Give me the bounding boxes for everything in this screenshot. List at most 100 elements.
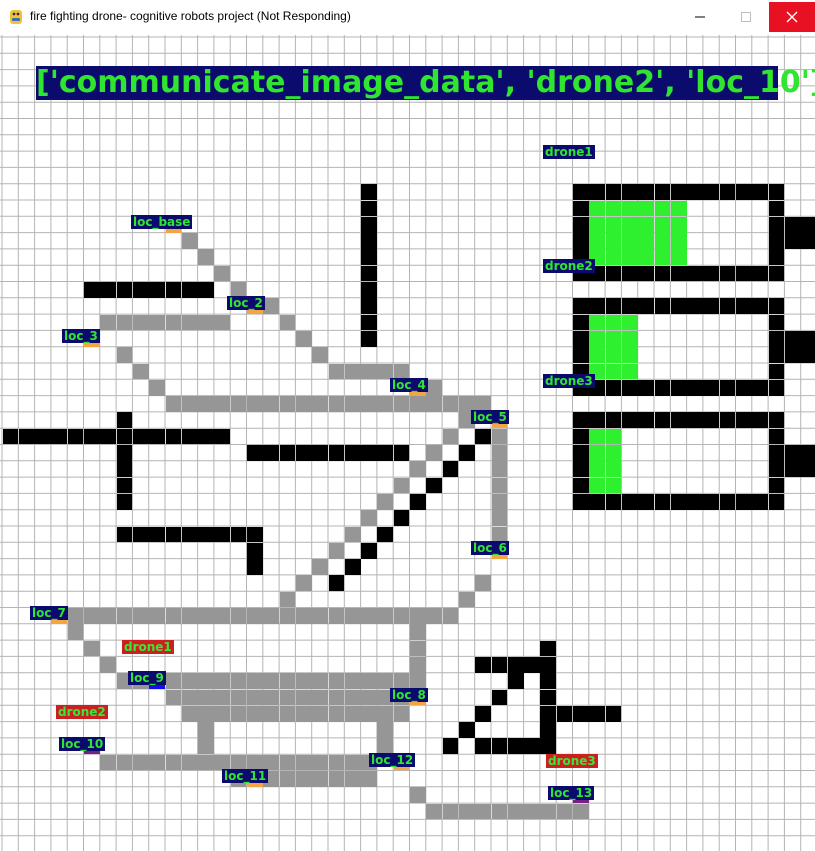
path-cell	[410, 640, 426, 657]
wall-cell	[491, 689, 508, 706]
wall-cell	[165, 526, 182, 543]
path-cell	[295, 575, 312, 592]
wall-cell	[393, 510, 410, 526]
battery-frame-cell	[638, 265, 654, 282]
wall-cell	[116, 412, 133, 429]
python-app-icon	[10, 10, 22, 24]
path-cell	[393, 363, 410, 380]
battery-terminal-cell	[801, 330, 815, 347]
battery-frame-cell	[654, 184, 671, 200]
battery-frame-cell	[768, 314, 785, 331]
wall-cell	[116, 477, 133, 494]
path-cell	[328, 689, 345, 706]
battery-frame-cell	[768, 493, 785, 510]
path-cell	[328, 608, 345, 624]
wall-cell	[442, 461, 459, 478]
maximize-button[interactable]	[723, 2, 769, 32]
battery-frame-cell	[768, 428, 785, 445]
battery-fill-cell	[638, 233, 654, 249]
path-cell	[67, 608, 84, 624]
path-cell	[214, 705, 231, 722]
path-cell	[247, 396, 263, 412]
location-label: loc_base	[131, 215, 193, 229]
battery-frame-cell	[736, 412, 752, 429]
path-cell	[165, 673, 182, 689]
path-cell	[230, 608, 247, 624]
battery-frame-cell	[573, 493, 589, 510]
wall-cell	[35, 428, 51, 445]
path-cell	[377, 705, 394, 722]
battery-frame-cell	[605, 184, 622, 200]
path-cell	[295, 689, 312, 706]
path-cell	[198, 738, 214, 755]
path-cell	[198, 249, 214, 266]
path-cell	[181, 608, 198, 624]
path-cell	[100, 656, 117, 673]
battery-fill-cell	[621, 347, 638, 363]
minimize-icon	[695, 16, 705, 18]
wall-cell	[361, 233, 377, 249]
path-cell	[100, 754, 117, 771]
battery-terminal-cell	[801, 347, 815, 363]
battery-fill-cell	[589, 445, 606, 461]
path-cell	[361, 771, 377, 787]
battery-frame-cell	[687, 379, 703, 396]
wall-cell	[573, 705, 589, 722]
battery-frame-cell	[589, 298, 606, 315]
wall-cell	[181, 428, 198, 445]
wall-cell	[67, 428, 84, 445]
path-cell	[377, 608, 394, 624]
path-cell	[181, 233, 198, 249]
battery-frame-cell	[752, 493, 769, 510]
wall-cell	[132, 282, 149, 298]
wall-cell	[507, 673, 524, 689]
battery-frame-cell	[670, 298, 687, 315]
path-cell	[198, 314, 214, 331]
path-cell	[426, 445, 443, 461]
close-button[interactable]	[769, 2, 815, 32]
path-cell	[279, 689, 296, 706]
battery-fill-cell	[638, 249, 654, 266]
path-cell	[247, 689, 263, 706]
battery-frame-cell	[719, 379, 736, 396]
path-cell	[344, 754, 361, 771]
wall-cell	[100, 282, 117, 298]
wall-cell	[393, 445, 410, 461]
wall-cell	[2, 428, 19, 445]
battery-frame-cell	[573, 412, 589, 429]
location-label: loc_10	[59, 737, 106, 751]
path-cell	[361, 510, 377, 526]
wall-cell	[377, 445, 394, 461]
battery-frame-cell	[736, 493, 752, 510]
wall-cell	[491, 738, 508, 755]
path-cell	[230, 689, 247, 706]
path-cell	[312, 673, 328, 689]
battery-fill-cell	[621, 200, 638, 217]
path-cell	[328, 363, 345, 380]
path-cell	[426, 379, 443, 396]
battery-frame-cell	[670, 493, 687, 510]
battery-frame-cell	[719, 493, 736, 510]
battery-fill-cell	[670, 200, 687, 217]
minimize-button[interactable]	[677, 2, 723, 32]
wall-cell	[540, 689, 557, 706]
path-cell	[361, 689, 377, 706]
battery-frame-cell	[687, 493, 703, 510]
battery-frame-cell	[768, 249, 785, 266]
battery-frame-cell	[768, 200, 785, 217]
path-cell	[410, 656, 426, 673]
wall-cell	[198, 526, 214, 543]
battery-frame-cell	[768, 298, 785, 315]
wall-cell	[377, 526, 394, 543]
battery-fill-cell	[589, 461, 606, 478]
path-cell	[458, 803, 475, 820]
battery-frame-cell	[703, 298, 720, 315]
wall-cell	[247, 445, 263, 461]
wall-cell	[149, 282, 165, 298]
path-cell	[181, 396, 198, 412]
battery-frame-cell	[589, 412, 606, 429]
path-cell	[279, 754, 296, 771]
path-cell	[361, 705, 377, 722]
path-cell	[263, 298, 280, 315]
battery-fill-cell	[654, 233, 671, 249]
